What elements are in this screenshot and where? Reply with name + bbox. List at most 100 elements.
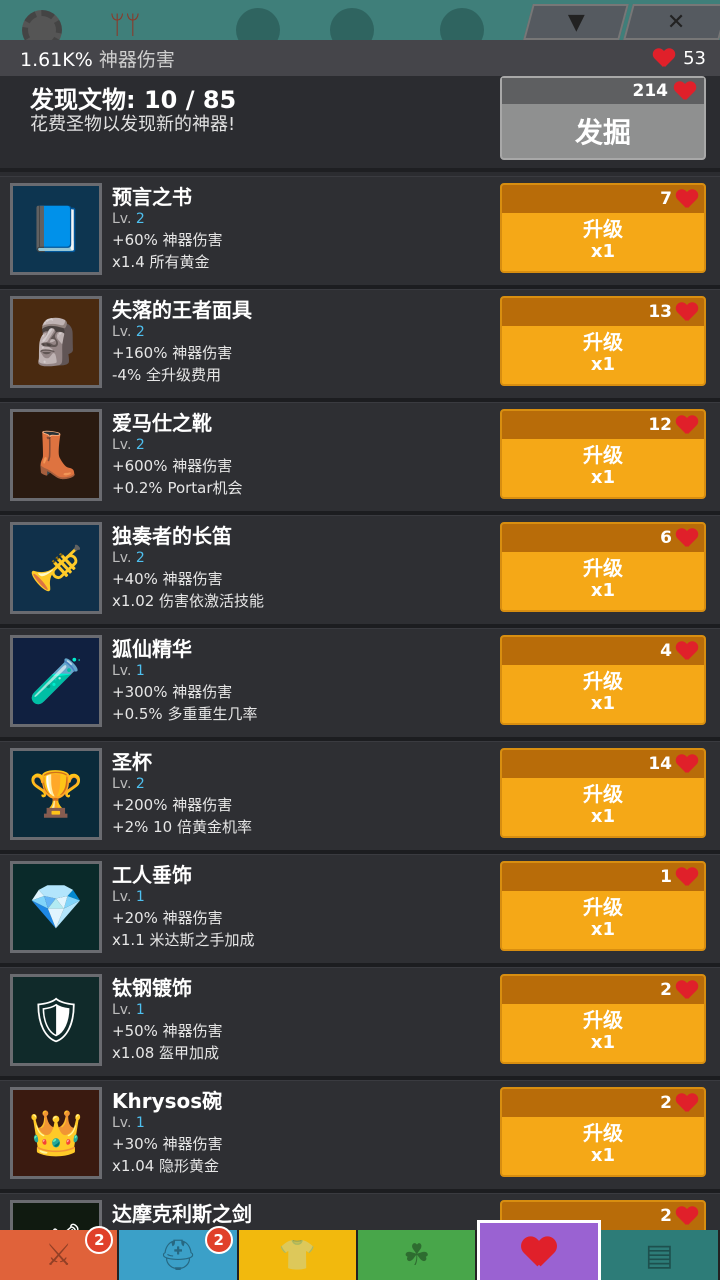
upgrade-multiplier: x1 [590,467,616,488]
level-value: 2 [135,550,145,566]
level-value: 2 [135,437,145,453]
level-value: 2 [135,776,145,792]
relics-counter: 53 [653,48,706,69]
artifact-row: 🗿 失落的王者面具 Lv. 2 +160% 神器伤害 -4% 全升级费用 13 … [0,289,720,402]
upgrade-multiplier: x1 [590,806,616,827]
artifact-level: Lv. 2 [112,774,252,794]
upgrade-cost-value: 2 [660,1093,672,1113]
boots-icon: 👢 [28,430,84,481]
artifact-thumbnail[interactable]: 📘 [10,183,102,275]
artifact-info: 圣杯 Lv. 2 +200% 神器伤害 +2% 10 倍黄金机率 [112,750,252,838]
artifact-thumbnail[interactable]: 🧪 [10,635,102,727]
upgrade-multiplier: x1 [590,693,616,714]
artifact-thumbnail[interactable]: 🎺 [10,522,102,614]
artifact-damage-value: 1.61K% [20,48,93,71]
artifact-thumbnail[interactable]: 👢 [10,409,102,501]
tab-heroes[interactable]: ⛑ 2 [119,1226,239,1280]
upgrade-label: 升级 [583,217,623,241]
artifact-name: 狐仙精华 [112,637,192,661]
level-prefix: Lv. [112,324,132,340]
upgrade-button[interactable]: 1 升级 x1 [500,861,706,951]
relics-count: 53 [683,47,706,69]
artifact-info: 爱马仕之靴 Lv. 2 +600% 神器伤害 +0.2% Portar机会 [112,411,243,499]
artifact-name: 达摩克利斯之剑 [112,1202,252,1226]
tab-hero[interactable]: ⚔ 2 [0,1226,120,1280]
artifact-info: Khrysos碗 Lv. 1 +30% 神器伤害 x1.04 隐形黄金 [112,1089,223,1177]
artifact-name: 失落的王者面具 [112,298,252,322]
artifact-info: 钛钢镀饰 Lv. 1 +50% 神器伤害 x1.08 盔甲加成 [112,976,223,1064]
gear-icon[interactable] [22,10,62,40]
artifact-thumbnail[interactable]: 🏆 [10,748,102,840]
artifact-row: 🎺 独奏者的长笛 Lv. 2 +40% 神器伤害 x1.02 伤害依激活技能 6… [0,515,720,628]
level-prefix: Lv. [112,1115,132,1131]
upgrade-cost: 4 [502,637,704,665]
artifact-effect-primary: +300% 神器伤害 [112,683,233,701]
upgrade-button[interactable]: 14 升级 x1 [500,748,706,838]
artifact-name: Khrysos碗 [112,1089,223,1113]
dig-cost: 214 [502,78,704,104]
flute-icon: 🎺 [28,543,84,594]
upgrade-button[interactable]: 7 升级 x1 [500,183,706,273]
upgrade-cost-value: 7 [660,189,672,209]
upgrade-button[interactable]: 2 升级 x1 [500,1087,706,1177]
artifact-level: Lv. 1 [112,1000,223,1020]
artifact-effect-secondary: -4% 全升级费用 [112,366,221,384]
artifact-thumbnail[interactable]: 🛡 [10,974,102,1066]
tab-artifacts[interactable] [477,1220,601,1280]
antlers-icon[interactable]: ᛘᛘ [95,12,155,40]
relic-heart-icon [676,755,698,773]
upgrade-button[interactable]: 13 升级 x1 [500,296,706,386]
artifact-damage: 1.61K% 神器伤害 [20,45,175,72]
artifact-effect-secondary: x1.04 隐形黄金 [112,1157,220,1175]
artifact-thumbnail[interactable]: 🗿 [10,296,102,388]
bowl-icon: 👑 [28,1108,84,1159]
artifact-row: 📘 预言之书 Lv. 2 +60% 神器伤害 x1.4 所有黄金 7 升级 x1 [0,176,720,289]
upgrade-multiplier: x1 [590,1145,616,1166]
tab-shop[interactable]: ▤ [600,1230,720,1280]
artifact-info: 失落的王者面具 Lv. 2 +160% 神器伤害 -4% 全升级费用 [112,298,252,386]
tab-equipment[interactable]: 👕 [238,1230,358,1280]
tab-pets[interactable]: ☘ [357,1230,478,1280]
upgrade-cost-value: 2 [660,1206,672,1226]
upgrade-cost-value: 6 [660,528,672,548]
upgrade-label: 升级 [583,556,623,580]
artifact-info: 预言之书 Lv. 2 +60% 神器伤害 x1.4 所有黄金 [112,185,223,273]
artifact-effect-primary: +30% 神器伤害 [112,1135,223,1153]
level-value: 1 [135,663,145,679]
artifact-row: 💎 工人垂饰 Lv. 1 +20% 神器伤害 x1.1 米达斯之手加成 1 升级… [0,854,720,967]
upgrade-button[interactable]: 6 升级 x1 [500,522,706,612]
upgrade-cost-value: 12 [648,415,672,435]
close-button[interactable]: ✕ [623,4,720,40]
artifact-level: Lv. 1 [112,1113,223,1133]
pet-icon: ☘ [403,1237,431,1273]
upgrade-multiplier: x1 [590,919,616,940]
relic-heart-icon [676,1207,698,1225]
dig-button[interactable]: 214 发掘 [500,76,706,160]
artifact-damage-label: 神器伤害 [98,48,175,71]
upgrade-button[interactable]: 4 升级 x1 [500,635,706,725]
upgrade-label: 升级 [583,330,623,354]
level-value: 1 [135,1002,145,1018]
artifact-effect-secondary: +2% 10 倍黄金机率 [112,818,252,836]
relic-heart-icon [676,981,698,999]
artifact-effect-primary: +20% 神器伤害 [112,909,223,927]
shirt-icon: 👕 [278,1237,316,1273]
armor-icon: 🛡 [28,995,84,1046]
dig-cost-value: 214 [632,81,669,101]
artifact-list[interactable]: 📘 预言之书 Lv. 2 +60% 神器伤害 x1.4 所有黄金 7 升级 x1… [0,176,720,1280]
collapse-button[interactable]: ▼ [523,4,629,40]
upgrade-cost: 14 [502,750,704,778]
bottom-tab-bar: ⚔ 2 ⛑ 2 👕 ☘ ▤ [0,1220,720,1280]
artifact-thumbnail[interactable]: 👑 [10,1087,102,1179]
artifact-thumbnail[interactable]: 💎 [10,861,102,953]
artifact-row: 🛡 钛钢镀饰 Lv. 1 +50% 神器伤害 x1.08 盔甲加成 2 升级 x… [0,967,720,1080]
upgrade-button[interactable]: 12 升级 x1 [500,409,706,499]
upgrade-cost-value: 4 [660,641,672,661]
potion-icon: 🧪 [28,656,84,707]
upgrade-cost-value: 2 [660,980,672,1000]
artifact-info: 工人垂饰 Lv. 1 +20% 神器伤害 x1.1 米达斯之手加成 [112,863,255,951]
shop-icon: ▤ [645,1237,674,1273]
upgrade-cost: 12 [502,411,704,439]
level-value: 2 [135,211,145,227]
upgrade-button[interactable]: 2 升级 x1 [500,974,706,1064]
